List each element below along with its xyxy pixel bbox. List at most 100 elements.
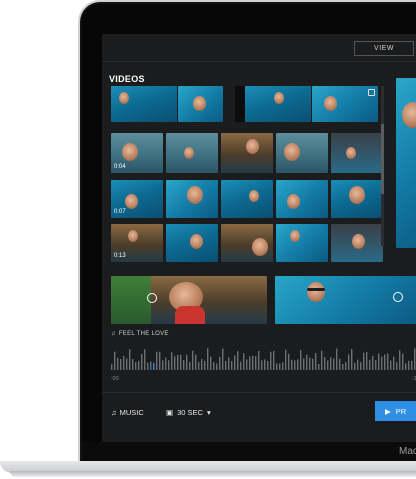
waveform-bar bbox=[138, 360, 140, 370]
timeline-start-time: :00 bbox=[111, 376, 119, 382]
video-thumbnail[interactable] bbox=[312, 86, 378, 122]
waveform-bar bbox=[180, 354, 182, 370]
waveform-bar bbox=[270, 351, 272, 370]
bottom-bar: ♫ MUSIC ▣ 30 SEC ▾ ▶ PR bbox=[102, 392, 416, 442]
waveform-bar bbox=[402, 353, 404, 370]
video-duration: 0:07 bbox=[114, 209, 126, 215]
waveform-bar bbox=[405, 363, 407, 370]
video-thumbnail[interactable] bbox=[245, 86, 311, 122]
waveform-bar bbox=[321, 350, 323, 370]
waveform-bar bbox=[285, 349, 287, 370]
waveform-bar bbox=[282, 362, 284, 370]
video-thumbnail[interactable] bbox=[111, 86, 177, 122]
waveform-bar bbox=[114, 351, 116, 370]
video-thumbnail[interactable]: 0:04 bbox=[111, 133, 163, 173]
waveform-bar bbox=[165, 357, 167, 370]
video-thumbnail[interactable] bbox=[276, 133, 328, 173]
swimmer-figure bbox=[187, 186, 203, 204]
clip-marker-icon[interactable] bbox=[393, 292, 403, 302]
waveform-bar bbox=[363, 352, 365, 370]
duration-dropdown[interactable]: ▣ 30 SEC ▾ bbox=[166, 408, 211, 417]
video-thumbnail[interactable] bbox=[166, 180, 218, 218]
swimmer-figure bbox=[352, 234, 365, 249]
swimmer-figure bbox=[190, 234, 203, 249]
selected-badge-icon[interactable] bbox=[368, 89, 375, 96]
selected-clip[interactable] bbox=[111, 276, 267, 324]
video-thumbnail[interactable] bbox=[235, 86, 245, 122]
swimmer-figure bbox=[249, 190, 259, 202]
swimmer-figure bbox=[184, 147, 194, 159]
top-bar: VIEW bbox=[102, 34, 416, 62]
video-duration: 0:13 bbox=[114, 253, 126, 259]
waveform-bar bbox=[156, 351, 158, 370]
waveform-bar bbox=[228, 357, 230, 370]
waveform-bar bbox=[297, 359, 299, 370]
waveform-bar bbox=[273, 351, 275, 370]
video-thumbnail[interactable] bbox=[221, 224, 273, 262]
video-thumbnail[interactable] bbox=[331, 133, 383, 173]
waveform-bar bbox=[300, 350, 302, 370]
video-thumbnail[interactable] bbox=[166, 133, 218, 173]
video-thumbnail[interactable] bbox=[331, 180, 383, 218]
video-thumbnail[interactable] bbox=[276, 224, 328, 262]
video-thumbnail[interactable] bbox=[166, 224, 218, 262]
waveform-bar bbox=[168, 360, 170, 370]
app-screen: VIEW VIDEOS 0:04 0:07 0:13 ♫ FEEL THE LO… bbox=[102, 34, 416, 442]
selected-clip[interactable] bbox=[275, 276, 416, 324]
waveform-bar bbox=[384, 354, 386, 370]
waveform-bar bbox=[255, 356, 257, 370]
swimmer-figure bbox=[346, 147, 356, 159]
swimmer-figure bbox=[284, 143, 300, 161]
waveform-bar bbox=[414, 348, 416, 370]
waveform-bar bbox=[291, 359, 293, 370]
videos-title: VIDEOS bbox=[109, 74, 145, 84]
waveform-bar bbox=[186, 354, 188, 370]
laptop-hinge bbox=[82, 442, 416, 462]
swimmer-figure bbox=[290, 230, 300, 242]
waveform-bar bbox=[141, 354, 143, 370]
laptop-base-shadow bbox=[10, 471, 416, 477]
waveform-bar bbox=[276, 363, 278, 370]
waveform-bar bbox=[201, 358, 203, 370]
video-thumbnail[interactable]: 0:07 bbox=[111, 180, 163, 218]
preview-panel bbox=[396, 78, 416, 248]
video-thumbnail[interactable] bbox=[221, 180, 273, 218]
timeline-end-time: :1 bbox=[412, 376, 416, 382]
waveform-bar bbox=[171, 352, 173, 370]
video-thumbnail[interactable] bbox=[276, 180, 328, 218]
video-duration: 0:04 bbox=[114, 164, 126, 170]
video-thumbnail[interactable] bbox=[331, 224, 383, 262]
audio-waveform[interactable] bbox=[111, 340, 416, 372]
waveform-bar bbox=[120, 359, 122, 370]
view-button[interactable]: VIEW bbox=[354, 41, 414, 56]
primary-action-button[interactable]: ▶ PR bbox=[375, 401, 416, 421]
waveform-bar bbox=[315, 352, 317, 370]
waveform-bar bbox=[303, 358, 305, 370]
waveform-bar bbox=[312, 358, 314, 370]
waveform-bar bbox=[261, 360, 263, 370]
video-thumbnail[interactable] bbox=[178, 86, 223, 122]
red-shirt bbox=[175, 306, 205, 324]
waveform-bar bbox=[264, 359, 266, 370]
waveform-bar bbox=[252, 355, 254, 370]
grid-scrollbar-thumb[interactable] bbox=[381, 124, 384, 194]
clip-marker-icon[interactable] bbox=[147, 293, 157, 303]
waveform-bar bbox=[390, 360, 392, 370]
waveform-bar bbox=[210, 356, 212, 370]
waveform-bar bbox=[219, 356, 221, 370]
preview-swimmer bbox=[402, 102, 416, 128]
video-thumbnail[interactable] bbox=[221, 133, 273, 173]
waveform-bar bbox=[222, 348, 224, 370]
swimmer-figure bbox=[128, 230, 138, 242]
waveform-bar bbox=[324, 356, 326, 370]
music-button[interactable]: ♫ MUSIC bbox=[111, 408, 144, 417]
video-thumbnail[interactable]: 0:13 bbox=[111, 224, 163, 262]
swimmer-figure bbox=[274, 92, 284, 104]
waveform-bar bbox=[372, 355, 374, 370]
waveform-bar bbox=[189, 361, 191, 370]
waveform-bar bbox=[246, 359, 248, 370]
swimmer-figure bbox=[246, 139, 259, 154]
waveform-bar bbox=[240, 361, 242, 370]
goggles bbox=[307, 288, 325, 291]
waveform-bar bbox=[306, 354, 308, 370]
